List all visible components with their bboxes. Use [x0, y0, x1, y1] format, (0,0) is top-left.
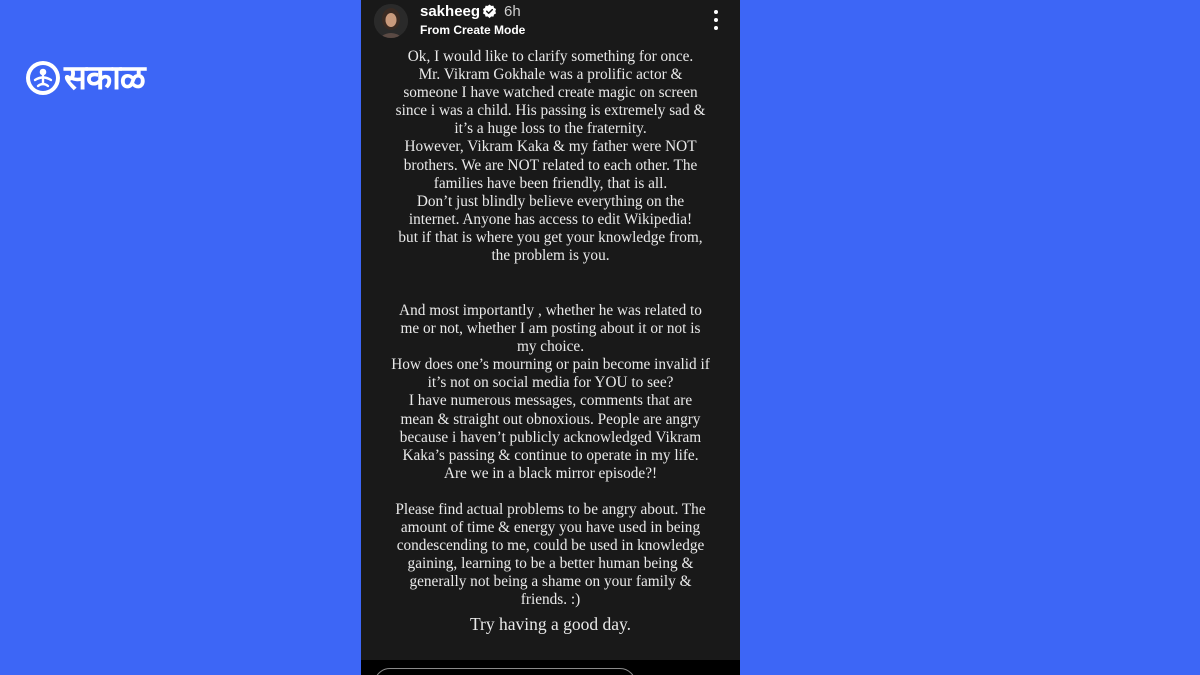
story-header: sakheeg 6h From Create Mode	[361, 0, 740, 44]
story-subtitle: From Create Mode	[420, 23, 526, 37]
sakal-emblem-icon	[26, 61, 60, 95]
instagram-story: sakheeg 6h From Create Mode Ok, I would …	[361, 0, 740, 675]
story-paragraph-2: And most importantly , whether he was re…	[391, 302, 710, 482]
story-paragraph-3: Please find actual problems to be angry …	[395, 501, 706, 609]
avatar[interactable]	[374, 4, 408, 38]
story-username[interactable]: sakheeg	[420, 3, 480, 20]
story-time: 6h	[504, 3, 521, 20]
sakal-logo: सकाळ	[26, 58, 146, 98]
verified-badge-icon	[482, 4, 497, 19]
story-closing-line: Try having a good day.	[469, 614, 632, 634]
brand-logo-text: सकाळ	[64, 58, 146, 98]
more-vertical-icon[interactable]	[710, 10, 722, 30]
story-paragraph-1: Ok, I would like to clarify something fo…	[395, 48, 706, 265]
reply-input[interactable]	[374, 668, 636, 675]
